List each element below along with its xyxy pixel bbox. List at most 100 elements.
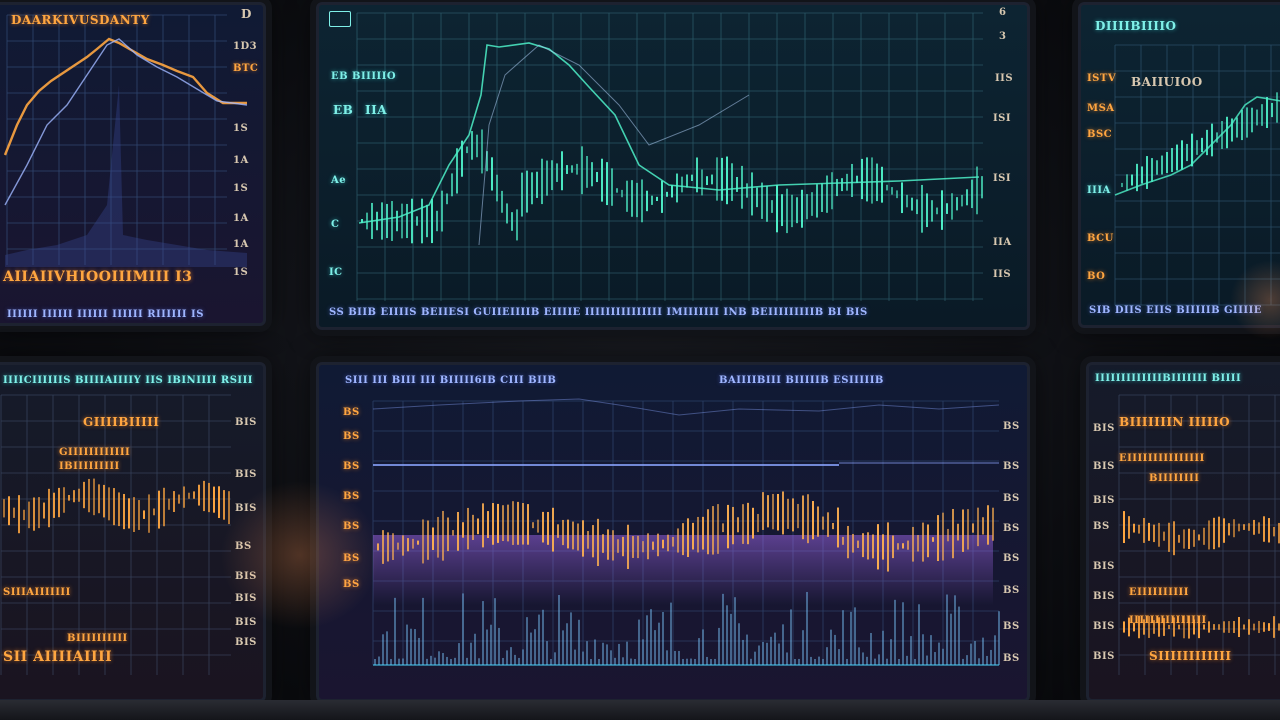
candle bbox=[622, 536, 624, 557]
candle bbox=[416, 216, 418, 226]
candle bbox=[1228, 523, 1230, 536]
candle bbox=[98, 484, 100, 514]
candle bbox=[1243, 624, 1245, 630]
right-tick: 6 bbox=[999, 7, 1007, 18]
candle bbox=[832, 522, 834, 530]
candle bbox=[792, 498, 794, 532]
left-tick: BS bbox=[343, 461, 360, 472]
candle bbox=[532, 522, 534, 529]
candle bbox=[431, 198, 433, 244]
footer-label: SIB DIIS EIIS BIIIIIB GIIIIE bbox=[1089, 305, 1262, 316]
candle bbox=[93, 478, 95, 516]
candle bbox=[387, 532, 389, 562]
row-label: BIIIIIIII bbox=[1149, 473, 1200, 484]
candle bbox=[451, 173, 453, 197]
candle bbox=[866, 157, 868, 202]
candle bbox=[1198, 534, 1200, 541]
candle bbox=[922, 522, 924, 562]
candle bbox=[218, 486, 220, 519]
candle bbox=[862, 533, 864, 558]
candle bbox=[981, 176, 983, 199]
candle bbox=[18, 495, 20, 534]
candle bbox=[382, 530, 384, 564]
candle bbox=[1256, 109, 1258, 126]
candle bbox=[386, 203, 388, 239]
candle bbox=[552, 507, 554, 552]
right-tick: BS bbox=[1003, 653, 1020, 664]
left-tick: BS bbox=[343, 553, 360, 564]
candle bbox=[776, 184, 778, 233]
left-tick: BS bbox=[1093, 521, 1110, 532]
candle bbox=[836, 178, 838, 197]
candle bbox=[477, 518, 479, 535]
left-tick: BIS bbox=[1093, 423, 1115, 434]
candle bbox=[462, 522, 464, 538]
left-tick: BIS bbox=[1093, 495, 1115, 506]
candle bbox=[1213, 624, 1215, 630]
candle bbox=[43, 502, 45, 519]
candle bbox=[1178, 534, 1180, 543]
candle bbox=[717, 504, 719, 554]
candle bbox=[647, 533, 649, 560]
candle bbox=[467, 507, 469, 550]
candle bbox=[63, 487, 65, 513]
candle bbox=[436, 210, 438, 232]
candle bbox=[616, 188, 618, 193]
candle bbox=[666, 191, 668, 197]
candle bbox=[931, 200, 933, 222]
candle bbox=[726, 156, 728, 205]
candle bbox=[766, 185, 768, 222]
candle bbox=[672, 536, 674, 547]
left-tick: BIS bbox=[1093, 591, 1115, 602]
left-tick: BS bbox=[343, 579, 360, 590]
candle bbox=[1268, 518, 1270, 543]
candle bbox=[472, 514, 474, 540]
candle bbox=[587, 531, 589, 549]
grid-bottom-center bbox=[372, 400, 999, 665]
y-tick: 1S bbox=[233, 183, 249, 194]
left-tick: BCU bbox=[1087, 233, 1114, 244]
candle bbox=[691, 174, 693, 181]
candle bbox=[686, 174, 688, 188]
candle bbox=[203, 480, 205, 512]
left-tick: BIS bbox=[1093, 651, 1115, 662]
candle bbox=[33, 497, 35, 531]
candle bbox=[581, 146, 583, 195]
candle bbox=[566, 165, 568, 174]
candle bbox=[547, 511, 549, 545]
left-tick: BO bbox=[1087, 271, 1106, 282]
row-label: EIIIIIIIIIIIIIII bbox=[1119, 453, 1205, 464]
candle bbox=[1191, 133, 1193, 167]
candle bbox=[1268, 623, 1270, 631]
candle bbox=[562, 519, 564, 546]
right-tick: ISI bbox=[993, 113, 1012, 124]
left-tick: BS bbox=[343, 491, 360, 502]
header-left: SIII III BIII III BIIIII6IB CIII BIIB bbox=[345, 375, 557, 386]
candle bbox=[661, 180, 663, 213]
candle bbox=[977, 507, 979, 547]
candle bbox=[881, 166, 883, 203]
candle bbox=[502, 505, 504, 542]
left-tick: BS bbox=[343, 431, 360, 442]
candle bbox=[457, 511, 459, 551]
candle bbox=[811, 192, 813, 216]
candle bbox=[1201, 137, 1203, 153]
candle bbox=[1206, 129, 1208, 156]
candle bbox=[982, 517, 984, 535]
candle bbox=[781, 194, 783, 227]
chart-subtitle: BIIIIIIIN IIIIIO bbox=[1119, 415, 1231, 429]
candle bbox=[128, 498, 130, 529]
candle bbox=[118, 492, 120, 527]
candle bbox=[602, 534, 604, 553]
candle bbox=[392, 533, 394, 560]
candle bbox=[23, 509, 25, 521]
candle bbox=[572, 521, 574, 550]
candle bbox=[656, 196, 658, 201]
candle bbox=[651, 195, 653, 205]
candle bbox=[932, 537, 934, 542]
candle bbox=[193, 491, 195, 499]
candle bbox=[411, 198, 413, 244]
candle bbox=[1243, 524, 1245, 530]
left-tick: BSC bbox=[1087, 129, 1113, 140]
candle bbox=[447, 517, 449, 552]
